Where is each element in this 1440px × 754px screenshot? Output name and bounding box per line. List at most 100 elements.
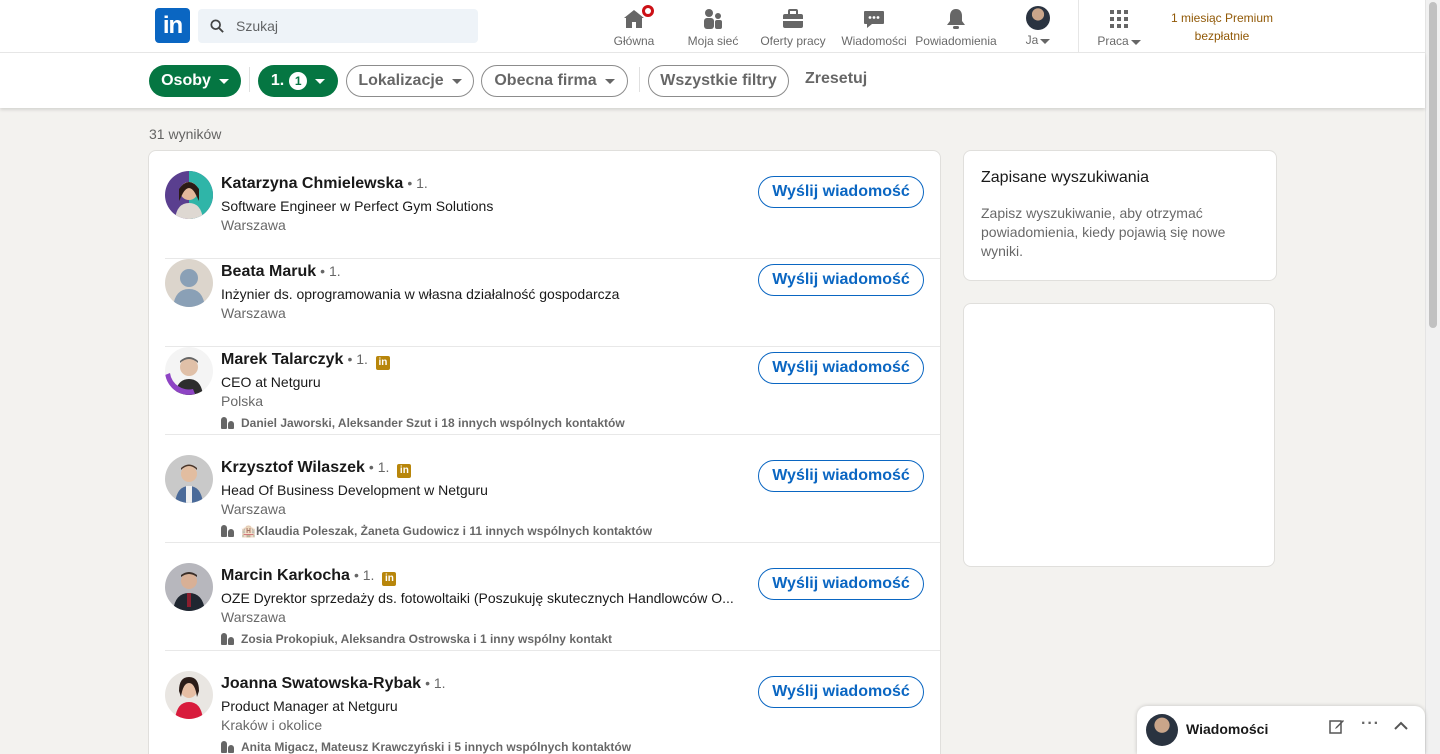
- nav-notifications[interactable]: Powiadomienia: [912, 0, 1000, 52]
- filter-connections-label: 1.: [270, 72, 285, 89]
- filter-locations[interactable]: Lokalizacje: [346, 65, 474, 97]
- profile-name-link[interactable]: Beata Maruk • 1.: [221, 263, 341, 281]
- scrollbar-thumb[interactable]: [1429, 2, 1437, 328]
- premium-badge-icon: in: [375, 356, 390, 370]
- list-item: Marek Talarczyk • 1. in CEO at Netguru Pol…: [149, 327, 940, 435]
- chevron-up-icon[interactable]: [1393, 718, 1409, 739]
- chevron-down-icon: [315, 78, 326, 84]
- profile-name: Marek Talarczyk: [221, 351, 344, 368]
- filter-locations-label: Lokalizacje: [358, 72, 444, 89]
- shared-connections[interactable]: Daniel Jaworski, Aleksander Szut i 18 in…: [221, 416, 625, 430]
- avatar[interactable]: [165, 259, 213, 307]
- shared-connections[interactable]: Anita Migacz, Mateusz Krawczyński i 5 in…: [221, 740, 631, 754]
- nav-divider: [1078, 0, 1079, 52]
- results-count: 31 wyników: [149, 126, 222, 142]
- profile-location: Kraków i okolice: [221, 717, 323, 733]
- nav-work[interactable]: Praca: [1094, 0, 1144, 52]
- filter-company-label: Obecna firma: [494, 72, 597, 89]
- nav-jobs-label: Oferty pracy: [760, 34, 826, 48]
- shared-connections[interactable]: Zosia Prokopiuk, Aleksandra Ostrowska i …: [221, 632, 612, 646]
- search-icon: [210, 19, 224, 33]
- send-message-button[interactable]: Wyślij wiadomość: [758, 264, 924, 296]
- shared-connections[interactable]: 🏨Klaudia Poleszak, Żaneta Gudowicz i 11 …: [221, 524, 652, 538]
- nav-home[interactable]: Główna: [611, 0, 657, 52]
- avatar[interactable]: [165, 171, 213, 219]
- premium-upsell-link[interactable]: 1 miesiąc Premium bezpłatnie: [1160, 9, 1284, 45]
- reset-filters-button[interactable]: Zresetuj: [805, 70, 867, 88]
- saved-searches-title: Zapisane wyszukiwania: [981, 169, 1150, 186]
- search-input[interactable]: [236, 18, 456, 34]
- nav-notifications-label: Powiadomienia: [915, 34, 997, 48]
- chevron-down-icon: [451, 78, 462, 84]
- people-icon: [221, 417, 235, 429]
- profile-name-link[interactable]: Marek Talarczyk • 1. in: [221, 351, 390, 370]
- nav-work-wrap: Praca: [1094, 34, 1144, 48]
- nav-jobs[interactable]: Oferty pracy: [756, 0, 830, 52]
- send-message-button[interactable]: Wyślij wiadomość: [758, 176, 924, 208]
- filter-divider: [639, 67, 640, 92]
- profile-name-link[interactable]: Krzysztof Wilaszek • 1. in: [221, 459, 412, 478]
- page-scrollbar[interactable]: [1425, 0, 1440, 754]
- nav-home-label: Główna: [613, 34, 655, 48]
- briefcase-icon: [781, 7, 805, 31]
- send-message-button[interactable]: Wyślij wiadomość: [758, 352, 924, 384]
- avatar[interactable]: [165, 671, 213, 719]
- profile-name: Joanna Swatowska-Rybak: [221, 675, 422, 692]
- nav-me[interactable]: Ja: [1018, 0, 1058, 52]
- shared-connections-text: 🏨Klaudia Poleszak, Żaneta Gudowicz i 11 …: [241, 524, 653, 538]
- search-filter-bar: Osoby 1. 1 Lokalizacje Obecna firma Wszys…: [0, 53, 1425, 108]
- chevron-down-icon: [604, 78, 615, 84]
- filter-divider: [249, 67, 250, 92]
- profile-name-link[interactable]: Katarzyna Chmielewska • 1.: [221, 175, 428, 193]
- filter-people-label: Osoby: [161, 72, 211, 89]
- compose-icon[interactable]: [1329, 718, 1345, 739]
- profile-name-link[interactable]: Marcin Karkocha • 1. in: [221, 567, 397, 586]
- profile-location: Polska: [221, 393, 264, 409]
- messaging-dock[interactable]: Wiadomości ···: [1137, 706, 1425, 754]
- profile-name: Katarzyna Chmielewska: [221, 175, 404, 192]
- nav-me-label: Ja: [1025, 33, 1039, 47]
- premium-line2: bezpłatnie: [1194, 29, 1250, 43]
- filter-people[interactable]: Osoby: [149, 65, 241, 97]
- more-options-icon[interactable]: ···: [1361, 715, 1380, 733]
- top-navigation: in Główna Moja sieć Oferty pracy Wiadomo…: [0, 0, 1425, 53]
- connection-degree: • 1.: [407, 175, 428, 191]
- search-results-list: Katarzyna Chmielewska • 1. Software Engin…: [148, 150, 941, 754]
- filter-count-badge: 1: [289, 72, 308, 90]
- filter-connections[interactable]: 1. 1: [258, 65, 338, 97]
- profile-location: Warszawa: [221, 217, 286, 233]
- network-icon: [701, 7, 725, 31]
- search-box[interactable]: [198, 9, 478, 43]
- send-message-button[interactable]: Wyślij wiadomość: [758, 568, 924, 600]
- profile-headline: CEO at Netguru: [221, 374, 321, 390]
- connection-degree: • 1.: [425, 675, 446, 691]
- chevron-down-icon: [1130, 40, 1141, 45]
- send-message-button[interactable]: Wyślij wiadomość: [758, 676, 924, 708]
- avatar[interactable]: [165, 347, 213, 395]
- all-filters-button[interactable]: Wszystkie filtry: [648, 65, 789, 97]
- messaging-title: Wiadomości: [1186, 721, 1269, 737]
- avatar: [1146, 714, 1178, 746]
- premium-badge-icon: in: [397, 464, 412, 478]
- connection-degree: • 1.: [347, 351, 368, 367]
- list-item: Krzysztof Wilaszek • 1. in Head Of Busines…: [149, 435, 940, 543]
- nav-work-label: Praca: [1097, 34, 1129, 48]
- avatar[interactable]: [165, 455, 213, 503]
- profile-name-link[interactable]: Joanna Swatowska-Rybak • 1.: [221, 675, 446, 693]
- premium-badge-icon: in: [382, 572, 397, 586]
- connection-degree: • 1.: [368, 459, 390, 475]
- profile-headline: Head Of Business Development w Netguru: [221, 482, 488, 498]
- profile-location: Warszawa: [221, 501, 286, 517]
- send-message-button[interactable]: Wyślij wiadomość: [758, 460, 924, 492]
- chevron-down-icon: [1040, 39, 1051, 44]
- nav-my-network-label: Moja sieć: [687, 34, 739, 48]
- filter-current-company[interactable]: Obecna firma: [481, 65, 628, 97]
- all-filters-label: Wszystkie filtry: [660, 72, 777, 89]
- saved-searches-card: Zapisane wyszukiwania Zapisz wyszukiwani…: [963, 150, 1277, 281]
- avatar[interactable]: [165, 563, 213, 611]
- people-icon: [221, 633, 235, 645]
- nav-messaging[interactable]: Wiadomości: [838, 0, 910, 52]
- ad-placeholder: [963, 303, 1275, 567]
- linkedin-logo[interactable]: in: [155, 8, 190, 43]
- nav-my-network[interactable]: Moja sieć: [684, 0, 742, 52]
